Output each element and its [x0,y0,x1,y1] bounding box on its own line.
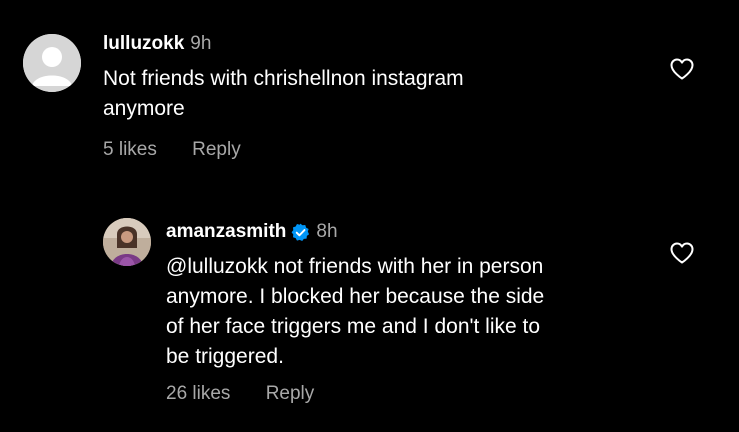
comment-text-line: be triggered. [166,345,284,368]
comment-meta: 26 likes Reply [166,382,314,406]
heart-outline-icon[interactable] [669,241,695,265]
comment-text: @lulluzokk not friends with her in perso… [166,252,544,372]
verified-badge-icon [291,223,310,241]
timestamp: 9h [190,33,212,54]
comment-text-line: @lulluzokk not friends with her in perso… [166,255,544,278]
likes-count[interactable]: 26 likes [166,382,230,406]
comment-text-line: anymore [103,97,185,120]
username[interactable]: amanzasmith [166,220,286,244]
avatar[interactable] [23,34,81,92]
reply-button[interactable]: Reply [266,382,315,406]
comment-text-line: anymore. I blocked her because the side [166,285,545,308]
timestamp: 8h [316,221,338,242]
comment-text-line: Not friends with chrishellnon instagram [103,67,464,90]
comment-header: amanzasmith 8h [166,220,338,244]
avatar[interactable] [103,218,151,266]
comment-header: lulluzokk 9h [103,32,211,56]
likes-count[interactable]: 5 likes [103,138,157,162]
reply-button[interactable]: Reply [192,138,241,162]
heart-outline-icon[interactable] [669,57,695,81]
comment-meta: 5 likes Reply [103,138,241,162]
profile-photo [103,218,151,266]
comment-text: Not friends with chrishellnon instagram … [103,64,464,124]
default-avatar-icon [23,34,81,92]
username[interactable]: lulluzokk [103,32,184,56]
comment-text-line: of her face triggers me and I don't like… [166,315,541,338]
